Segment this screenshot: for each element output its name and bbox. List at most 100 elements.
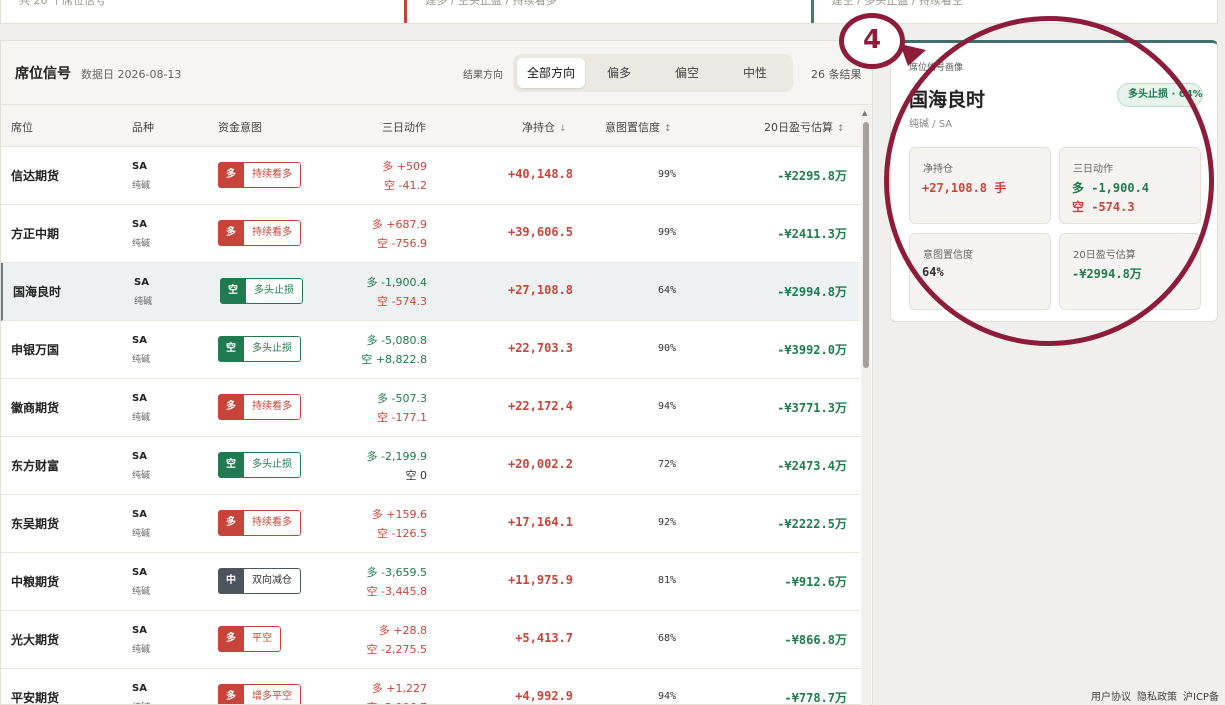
col-product: 品种 — [132, 121, 154, 134]
filter-neutral[interactable]: 中性 — [721, 58, 789, 88]
col-intent: 资金意图 — [218, 121, 262, 134]
intent-text: 持续看多 — [244, 510, 301, 536]
intent-confidence: 64% — [657, 285, 676, 296]
summary-total: 共 26 个席位信号 — [19, 0, 106, 7]
table-row[interactable]: 东吴期货 SA 纯碱 多持续看多 多 +159.6 空 -126.5 +17,164.1 92… — [1, 495, 860, 553]
table-row[interactable]: 申银万国 SA 纯碱 空多头止损 多 -5,080.8 空 +8,822.8 +22,703… — [1, 321, 860, 379]
profile-seat-name: 国海良时 — [909, 89, 986, 111]
three-day-short: 空 +8,822.8 — [361, 353, 427, 366]
icp-link[interactable]: 沪ICP备 — [1183, 688, 1219, 703]
pnl-estimate: -¥2295.8万 — [777, 169, 847, 183]
intent-direction: 空 — [218, 336, 244, 362]
three-day-long: 多 +687.9 — [371, 218, 427, 231]
panel-header: 席位信号 数据日 2026-08-13 结果方向 全部方向 偏多 偏空 中性 2… — [1, 41, 872, 105]
filter-all[interactable]: 全部方向 — [517, 58, 585, 88]
intent-direction: 空 — [218, 452, 244, 478]
pnl-estimate: -¥778.7万 — [784, 691, 847, 705]
confidence-value: 64% — [922, 265, 944, 279]
col-seat: 席位 — [11, 121, 33, 134]
seat-name: 信达期货 — [11, 169, 60, 183]
net-position-card: 净持仓 +27,108.8 手 — [909, 147, 1051, 224]
table-row[interactable]: 光大期货 SA 纯碱 多平空 多 +28.8 空 -2,275.5 +5,413.7 68% -… — [1, 611, 860, 669]
table-row[interactable]: 信达期货 SA 纯碱 多持续看多 多 +509 空 -41.2 +40,148.8 99% -¥… — [1, 147, 860, 205]
data-date: 数据日 2026-08-13 — [81, 67, 182, 81]
intent-direction: 空 — [220, 278, 246, 304]
scroll-thumb[interactable] — [863, 122, 869, 368]
intent-confidence: 94% — [657, 401, 676, 412]
net-position: +20,002.2 — [507, 457, 573, 471]
table-row[interactable]: 东方财富 SA 纯碱 空多头止损 多 -2,199.9 空 0 +20,002.2 72% -¥… — [1, 437, 860, 495]
sort-icon: ↕ — [664, 124, 672, 134]
profile-intent-badge: 多头止损 · 64% — [1117, 83, 1203, 107]
three-day-label: 三日动作 — [1073, 164, 1113, 175]
three-day-long: 多 -1,900.4 — [1072, 181, 1150, 195]
net-position: +17,164.1 — [507, 515, 573, 529]
intent-badge: 多平空 — [218, 626, 281, 652]
summary-long: 建多 / 空头止盈 / 持续看多 — [404, 0, 810, 23]
seat-name: 申银万国 — [11, 343, 60, 357]
intent-direction: 多 — [218, 394, 244, 420]
product-name: 纯碱 — [132, 413, 151, 423]
scroll-up-icon[interactable]: ▲ — [862, 109, 867, 117]
pnl-estimate: -¥2473.4万 — [777, 459, 847, 473]
filter-long[interactable]: 偏多 — [585, 58, 653, 88]
pnl-estimate: -¥912.6万 — [784, 575, 847, 589]
table-row[interactable]: 方正中期 SA 纯碱 多持续看多 多 +687.9 空 -756.9 +39,606.5 99… — [1, 205, 860, 263]
seat-name: 国海良时 — [13, 285, 62, 299]
privacy-link[interactable]: 隐私政策 — [1137, 688, 1177, 703]
intent-direction: 多 — [218, 626, 244, 652]
intent-text: 平空 — [244, 626, 281, 652]
filter-short[interactable]: 偏空 — [653, 58, 721, 88]
net-position: +27,108.8 — [507, 283, 573, 297]
table-scrollbar[interactable]: ▲ — [861, 106, 871, 705]
intent-direction: 多 — [218, 510, 244, 536]
table-row[interactable]: 中粮期货 SA 纯碱 中双向减仓 多 -3,659.5 空 -3,445.8 +11,975… — [1, 553, 860, 611]
col-pnl[interactable]: 20日盈亏估算 ↕ — [764, 119, 845, 135]
footer-links: 用户协议 隐私政策 沪ICP备 — [1085, 686, 1225, 705]
col-net-label: 净持仓 — [522, 121, 555, 134]
net-position: +40,148.8 — [507, 167, 573, 181]
table-row[interactable]: 平安期货 SA 纯碱 多增多平空 多 +1,227 空 -2,906.7 +4,992.9 9… — [1, 669, 860, 705]
intent-text: 持续看多 — [244, 220, 301, 246]
intent-badge: 空多头止损 — [218, 452, 301, 478]
three-day-long: 多 -1,900.4 — [366, 276, 427, 289]
three-day-short: 空 -41.2 — [384, 179, 427, 192]
seat-name: 中粮期货 — [11, 575, 60, 589]
terms-link[interactable]: 用户协议 — [1091, 688, 1131, 703]
product-name: 纯碱 — [132, 239, 151, 249]
col-three-day: 三日动作 — [382, 121, 426, 134]
col-net-position[interactable]: 净持仓 ↓ — [522, 119, 567, 135]
three-day-long: 多 -5,080.8 — [366, 334, 427, 347]
three-day-long: 多 +159.6 — [371, 508, 427, 521]
col-pnl-label: 20日盈亏估算 — [764, 121, 833, 134]
intent-confidence: 72% — [657, 459, 676, 470]
three-day-short: 空 -3,445.8 — [366, 585, 427, 598]
profile-product: 纯碱 / SA — [909, 119, 953, 130]
intent-badge: 空多头止损 — [218, 336, 301, 362]
table-header: 席位 品种 资金意图 三日动作 净持仓 ↓ 意图置信度 ↕ 20日盈亏估算 ↕ — [1, 105, 872, 147]
intent-text: 持续看多 — [244, 162, 301, 188]
col-confidence[interactable]: 意图置信度 ↕ — [605, 119, 672, 135]
product-code: SA — [132, 393, 147, 404]
net-position-label: 净持仓 — [923, 164, 953, 175]
table-row[interactable]: 国海良时 SA 纯碱 空多头止损 多 -1,900.4 空 -574.3 +27,108.8… — [1, 263, 860, 321]
product-name: 纯碱 — [132, 645, 151, 655]
intent-confidence: 99% — [657, 227, 676, 238]
table-row[interactable]: 徽商期货 SA 纯碱 多持续看多 多 -507.3 空 -177.1 +22,172.4 94… — [1, 379, 860, 437]
pnl-estimate: -¥2222.5万 — [777, 517, 847, 531]
result-count: 26 条结果 — [811, 68, 862, 81]
intent-badge: 多持续看多 — [218, 220, 301, 246]
net-position: +22,172.4 — [507, 399, 573, 413]
three-day-short: 空 -2,906.7 — [367, 699, 427, 704]
product-name: 纯碱 — [132, 529, 151, 539]
product-name: 纯碱 — [132, 587, 151, 597]
three-day-long: 多 +28.8 — [378, 624, 427, 637]
three-day-short: 空 -574.3 — [1072, 200, 1135, 214]
intent-text: 增多平空 — [244, 684, 301, 704]
intent-text: 持续看多 — [244, 394, 301, 420]
three-day-long: 多 +1,227 — [371, 682, 427, 695]
intent-direction: 多 — [218, 684, 244, 704]
three-day-long: 多 -2,199.9 — [366, 450, 427, 463]
net-position: +4,992.9 — [515, 689, 573, 703]
pnl-estimate: -¥866.8万 — [784, 633, 847, 647]
